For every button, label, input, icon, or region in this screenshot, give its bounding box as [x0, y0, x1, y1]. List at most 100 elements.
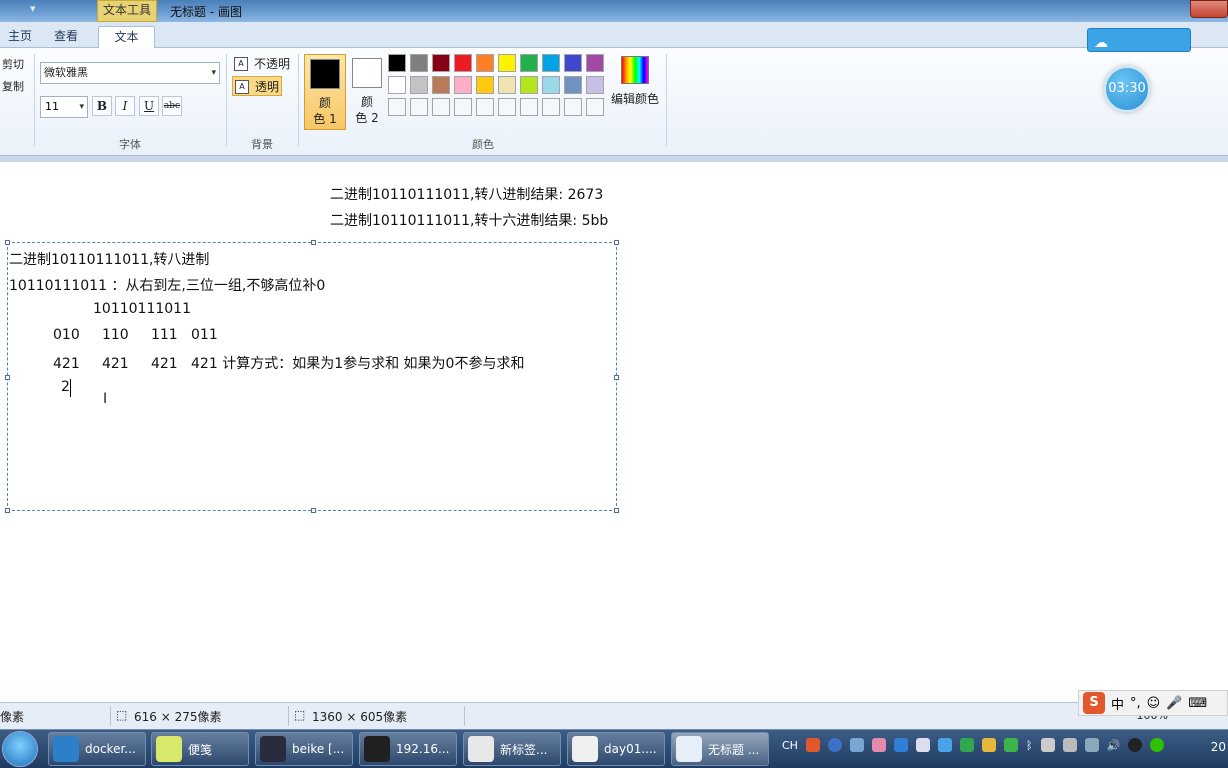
font-family-select[interactable]: 微软雅黑 ▾ [40, 62, 220, 84]
italic-button[interactable]: I [115, 96, 135, 116]
font-size-select[interactable]: 11 ▾ [40, 96, 88, 118]
tab-home[interactable]: 主页 [0, 26, 40, 48]
flower-icon[interactable] [871, 738, 886, 752]
palette-color-swatch[interactable] [388, 54, 406, 72]
help-icon[interactable] [827, 738, 842, 752]
start-button[interactable] [2, 731, 38, 767]
palette-color-swatch[interactable] [410, 54, 428, 72]
shield-check-icon[interactable] [981, 738, 996, 752]
resize-handle[interactable] [614, 240, 619, 245]
palette-color-swatch[interactable] [410, 76, 428, 94]
palette-color-swatch[interactable] [432, 98, 450, 116]
quick-access-toolbar[interactable]: ▾ [0, 2, 36, 20]
palette-color-swatch[interactable] [542, 54, 560, 72]
palette-color-swatch[interactable] [476, 54, 494, 72]
tab-view[interactable]: 查看 [46, 26, 86, 48]
taskbar-button[interactable]: 无标题 ... [671, 732, 769, 766]
divider [34, 54, 35, 146]
strikethrough-button[interactable]: abc [162, 96, 182, 116]
app-tray-icon[interactable] [937, 738, 952, 752]
microphone-icon[interactable]: 🎤 [1166, 696, 1182, 711]
transparent-option[interactable]: A 透明 [232, 76, 282, 96]
copy-button[interactable]: 复制 [2, 78, 24, 94]
palette-color-swatch[interactable] [388, 98, 406, 116]
taskbar-button[interactable]: docker... [48, 732, 146, 766]
color2-button[interactable]: 颜 色 2 [346, 54, 388, 130]
wechat-icon[interactable] [1150, 738, 1165, 752]
resize-handle[interactable] [614, 508, 619, 513]
cut-button[interactable]: 剪切 [2, 56, 24, 72]
palette-color-swatch[interactable] [454, 98, 472, 116]
taskbar: docker... 便笺 beike [... 192.16... 新标签... day0… [0, 729, 1228, 768]
clock[interactable]: 20 [1211, 740, 1226, 754]
opaque-option[interactable]: A 不透明 [232, 54, 290, 74]
palette-color-swatch[interactable] [388, 76, 406, 94]
palette-color-swatch[interactable] [542, 76, 560, 94]
taskbar-button[interactable]: 192.16... [359, 732, 457, 766]
resize-handle[interactable] [5, 375, 10, 380]
palette-color-swatch[interactable] [410, 98, 428, 116]
edit-colors-button[interactable]: 编辑颜色 [610, 56, 660, 107]
palette-color-swatch[interactable] [454, 76, 472, 94]
taskbar-button[interactable]: 便笺 [151, 732, 249, 766]
bold-button[interactable]: B [92, 96, 112, 116]
dropdown-icon[interactable]: ▾ [30, 2, 36, 20]
sogou-icon[interactable]: S [1083, 692, 1105, 714]
device-icon[interactable] [1040, 738, 1055, 752]
volume-icon[interactable]: 🔊 [1107, 739, 1121, 752]
palette-color-swatch[interactable] [564, 98, 582, 116]
palette-color-swatch[interactable] [520, 98, 538, 116]
palette-color-swatch[interactable] [564, 54, 582, 72]
cloud-tray-icon[interactable] [915, 738, 930, 752]
resize-handle[interactable] [5, 508, 10, 513]
taskbar-button[interactable]: day01.... [567, 732, 665, 766]
palette-color-swatch[interactable] [432, 76, 450, 94]
palette-color-swatch[interactable] [586, 98, 604, 116]
resize-handle[interactable] [311, 508, 316, 513]
keyboard-icon[interactable]: ⌨ [1188, 696, 1207, 711]
color1-button[interactable]: 颜 色 1 [304, 54, 346, 130]
palette-color-swatch[interactable] [586, 54, 604, 72]
context-tab-text-tools[interactable]: 文本工具 [97, 0, 157, 22]
palette-color-swatch[interactable] [476, 98, 494, 116]
resize-handle[interactable] [614, 375, 619, 380]
timer-widget[interactable]: 03:30 [1104, 66, 1150, 112]
usb-icon[interactable] [1062, 738, 1077, 752]
underline-button[interactable]: U [139, 96, 159, 116]
security-icon[interactable] [959, 738, 974, 752]
cloud-button[interactable]: ☁ [1087, 28, 1191, 52]
qq-icon[interactable] [1128, 738, 1143, 752]
close-button[interactable] [1190, 0, 1228, 18]
resize-handle[interactable] [311, 240, 316, 245]
palette-color-swatch[interactable] [586, 76, 604, 94]
selection-size-icon: ⬚ [116, 708, 128, 722]
network-icon[interactable] [1084, 738, 1099, 752]
ime-lang[interactable]: 中 [1111, 694, 1124, 713]
ribbon: 剪切 复制 微软雅黑 ▾ 11 ▾ B I U abc 字体 A 不透明 A 透… [0, 48, 1228, 156]
palette-color-swatch[interactable] [542, 98, 560, 116]
bluetooth-icon[interactable]: ᛒ [1026, 739, 1033, 752]
palette-color-swatch[interactable] [520, 76, 538, 94]
status-pixels: 像素 [0, 710, 25, 724]
cloud-icon: ☁ [1094, 35, 1108, 51]
taskbar-button[interactable]: beike [... [255, 732, 353, 766]
tab-text[interactable]: 文本 [98, 26, 155, 48]
palette-color-swatch[interactable] [520, 54, 538, 72]
shield-icon[interactable] [893, 738, 908, 752]
palette-color-swatch[interactable] [432, 54, 450, 72]
palette-color-swatch[interactable] [498, 54, 516, 72]
palette-color-swatch[interactable] [564, 76, 582, 94]
resize-handle[interactable] [5, 240, 10, 245]
emoji-icon[interactable]: ☺ [1147, 696, 1161, 711]
sogou-tray-icon[interactable] [805, 738, 820, 752]
pin-icon[interactable] [849, 738, 864, 752]
palette-color-swatch[interactable] [454, 54, 472, 72]
ime-toolbar[interactable]: S 中 °, ☺ 🎤 ⌨ [1078, 690, 1228, 716]
punctuation-icon[interactable]: °, [1130, 696, 1141, 711]
taskbar-button[interactable]: 新标签... [463, 732, 561, 766]
palette-color-swatch[interactable] [498, 76, 516, 94]
palette-color-swatch[interactable] [498, 98, 516, 116]
palette-color-swatch[interactable] [476, 76, 494, 94]
tray-lang[interactable]: CH [782, 739, 798, 752]
check-icon[interactable] [1003, 738, 1018, 752]
